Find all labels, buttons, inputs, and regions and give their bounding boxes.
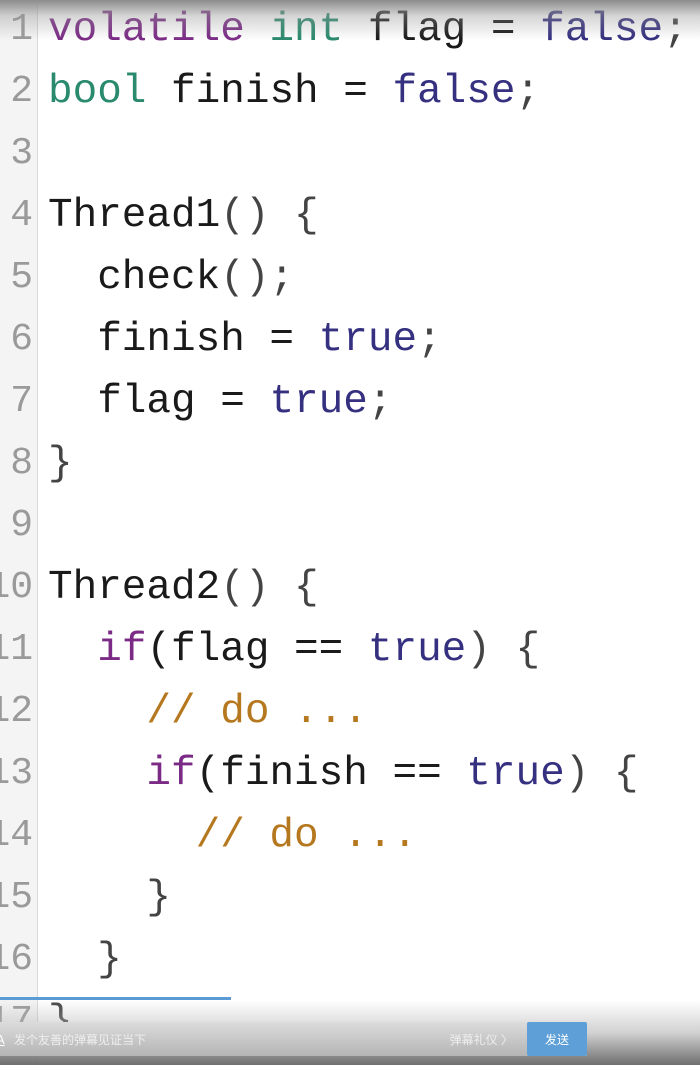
code-token: int xyxy=(269,7,344,53)
code-token: } xyxy=(48,441,73,487)
code-line: // do ... xyxy=(48,805,417,867)
line-number: 5 xyxy=(10,256,33,299)
line-number: 11 xyxy=(0,628,33,671)
code-token: false xyxy=(392,69,516,115)
code-line: } xyxy=(48,929,122,991)
line-number: 10 xyxy=(0,566,33,609)
line-number: 2 xyxy=(10,70,33,113)
video-progress-fill xyxy=(0,997,231,1000)
line-number: 16 xyxy=(0,938,33,981)
code-token: finish = xyxy=(146,69,393,115)
code-token: flag = xyxy=(48,379,270,425)
code-token: check xyxy=(48,255,221,301)
code-line: Thread1() { xyxy=(48,185,319,247)
code-token: true xyxy=(318,317,418,363)
code-token: if xyxy=(97,627,147,673)
line-number: 4 xyxy=(10,194,33,237)
code-line: Thread2() { xyxy=(48,557,319,619)
line-number: 7 xyxy=(10,380,33,423)
code-line: flag = true; xyxy=(48,371,392,433)
code-line: bool finish = false; xyxy=(48,61,540,123)
code-token: finish = xyxy=(48,317,319,363)
code-token: ; xyxy=(367,379,393,425)
danmaku-input-bar: A 发个友善的弹幕见证当下 弹幕礼仪 〉 发送 xyxy=(0,1022,587,1056)
code-token: true xyxy=(269,379,368,425)
code-token: ) { xyxy=(466,627,541,673)
danmaku-style-icon[interactable]: A xyxy=(0,1032,10,1047)
line-number: 15 xyxy=(0,876,33,919)
danmaku-etiquette-link[interactable]: 弹幕礼仪 〉 xyxy=(450,1031,513,1048)
code-line: if(finish == true) { xyxy=(48,743,639,805)
line-number: 12 xyxy=(0,690,33,733)
code-line: } xyxy=(48,867,171,929)
code-token: (flag == xyxy=(146,627,368,673)
code-token: () { xyxy=(220,565,319,611)
code-token: // do ... xyxy=(195,813,418,859)
code-token: (); xyxy=(220,255,295,301)
code-line: // do ... xyxy=(48,681,368,743)
code-token: true xyxy=(466,751,565,797)
line-number: 3 xyxy=(10,132,33,175)
code-token: // do ... xyxy=(146,689,368,735)
code-token: Thread2 xyxy=(48,565,221,611)
line-number: 1 xyxy=(10,8,33,51)
code-token: true xyxy=(367,627,467,673)
line-number-gutter: 1234567891011121314151617 xyxy=(0,0,38,1065)
code-line: volatile int flag = false; xyxy=(48,0,688,61)
code-editor: 1234567891011121314151617 volatile int f… xyxy=(0,0,700,1065)
code-line: } xyxy=(48,433,73,495)
code-token: bool xyxy=(48,69,147,115)
code-token: ; xyxy=(515,69,541,115)
code-token: false xyxy=(540,7,664,53)
code-token: ; xyxy=(663,7,688,53)
code-token: ; xyxy=(417,317,442,363)
line-number: 13 xyxy=(0,752,33,795)
danmaku-input[interactable]: 发个友善的弹幕见证当下 xyxy=(14,1031,450,1048)
code-token: } xyxy=(48,875,172,921)
send-button[interactable]: 发送 xyxy=(527,1022,587,1056)
code-token: if xyxy=(146,751,196,797)
line-number: 14 xyxy=(0,814,33,857)
code-token: ) { xyxy=(564,751,639,797)
video-progress-bar[interactable] xyxy=(0,997,700,1000)
code-line: if(flag == true) { xyxy=(48,619,540,681)
code-token: flag = xyxy=(343,7,541,53)
code-token: () { xyxy=(220,193,319,239)
code-token: } xyxy=(48,937,122,983)
code-line: finish = true; xyxy=(48,309,442,371)
line-number: 6 xyxy=(10,318,33,361)
line-number: 9 xyxy=(10,504,33,547)
code-token: Thread1 xyxy=(48,193,221,239)
code-line: check(); xyxy=(48,247,294,309)
code-token: (finish == xyxy=(195,751,467,797)
line-number: 8 xyxy=(10,442,33,485)
code-token: volatile xyxy=(48,7,245,53)
